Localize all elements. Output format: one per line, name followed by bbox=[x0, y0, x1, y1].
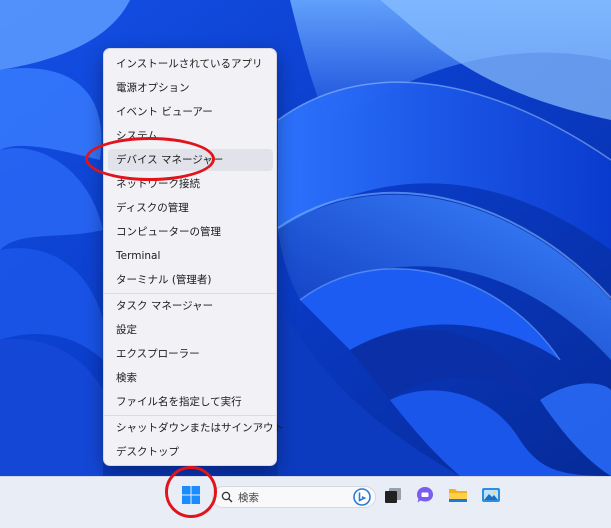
file-explorer-icon[interactable] bbox=[448, 486, 468, 504]
chevron-right-icon: › bbox=[259, 422, 263, 433]
annotation-circle-start-button bbox=[165, 466, 217, 518]
menu-item-computer-management[interactable]: コンピューターの管理 bbox=[108, 221, 273, 243]
wallpaper-bloom-graphic bbox=[0, 0, 611, 476]
menu-item-file-explorer[interactable]: エクスプローラー bbox=[108, 343, 273, 365]
menu-item-power-options[interactable]: 電源オプション bbox=[108, 77, 273, 99]
task-view-icon[interactable] bbox=[384, 487, 402, 505]
annotation-circle-device-manager bbox=[85, 137, 215, 181]
menu-item-terminal[interactable]: Terminal bbox=[108, 245, 273, 267]
menu-item-desktop[interactable]: デスクトップ bbox=[108, 441, 273, 463]
search-icon bbox=[221, 491, 233, 503]
bing-icon[interactable] bbox=[353, 488, 371, 506]
menu-item-task-manager[interactable]: タスク マネージャー bbox=[108, 295, 273, 317]
search-placeholder: 検索 bbox=[238, 492, 259, 504]
desktop-wallpaper bbox=[0, 0, 611, 476]
start-context-menu: インストールされているアプリ 電源オプション イベント ビューアー システム デ… bbox=[103, 48, 284, 466]
taskbar: 検索 bbox=[0, 476, 611, 528]
menu-item-settings[interactable]: 設定 bbox=[108, 319, 273, 341]
menu-item-search[interactable]: 検索 bbox=[108, 367, 273, 389]
menu-item-run[interactable]: ファイル名を指定して実行 bbox=[108, 391, 273, 413]
menu-item-disk-management[interactable]: ディスクの管理 bbox=[108, 197, 273, 219]
menu-item-terminal-admin[interactable]: ターミナル (管理者) bbox=[108, 269, 273, 291]
menu-item-installed-apps[interactable]: インストールされているアプリ bbox=[108, 53, 273, 75]
menu-separator bbox=[104, 415, 276, 416]
menu-item-event-viewer[interactable]: イベント ビューアー bbox=[108, 101, 273, 123]
taskbar-search-box[interactable]: 検索 bbox=[212, 486, 376, 508]
chat-icon[interactable] bbox=[416, 486, 434, 504]
menu-item-shutdown-signout[interactable]: シャットダウンまたはサインアウト › bbox=[108, 417, 284, 439]
menu-separator bbox=[104, 293, 276, 294]
photos-icon[interactable] bbox=[481, 486, 501, 504]
